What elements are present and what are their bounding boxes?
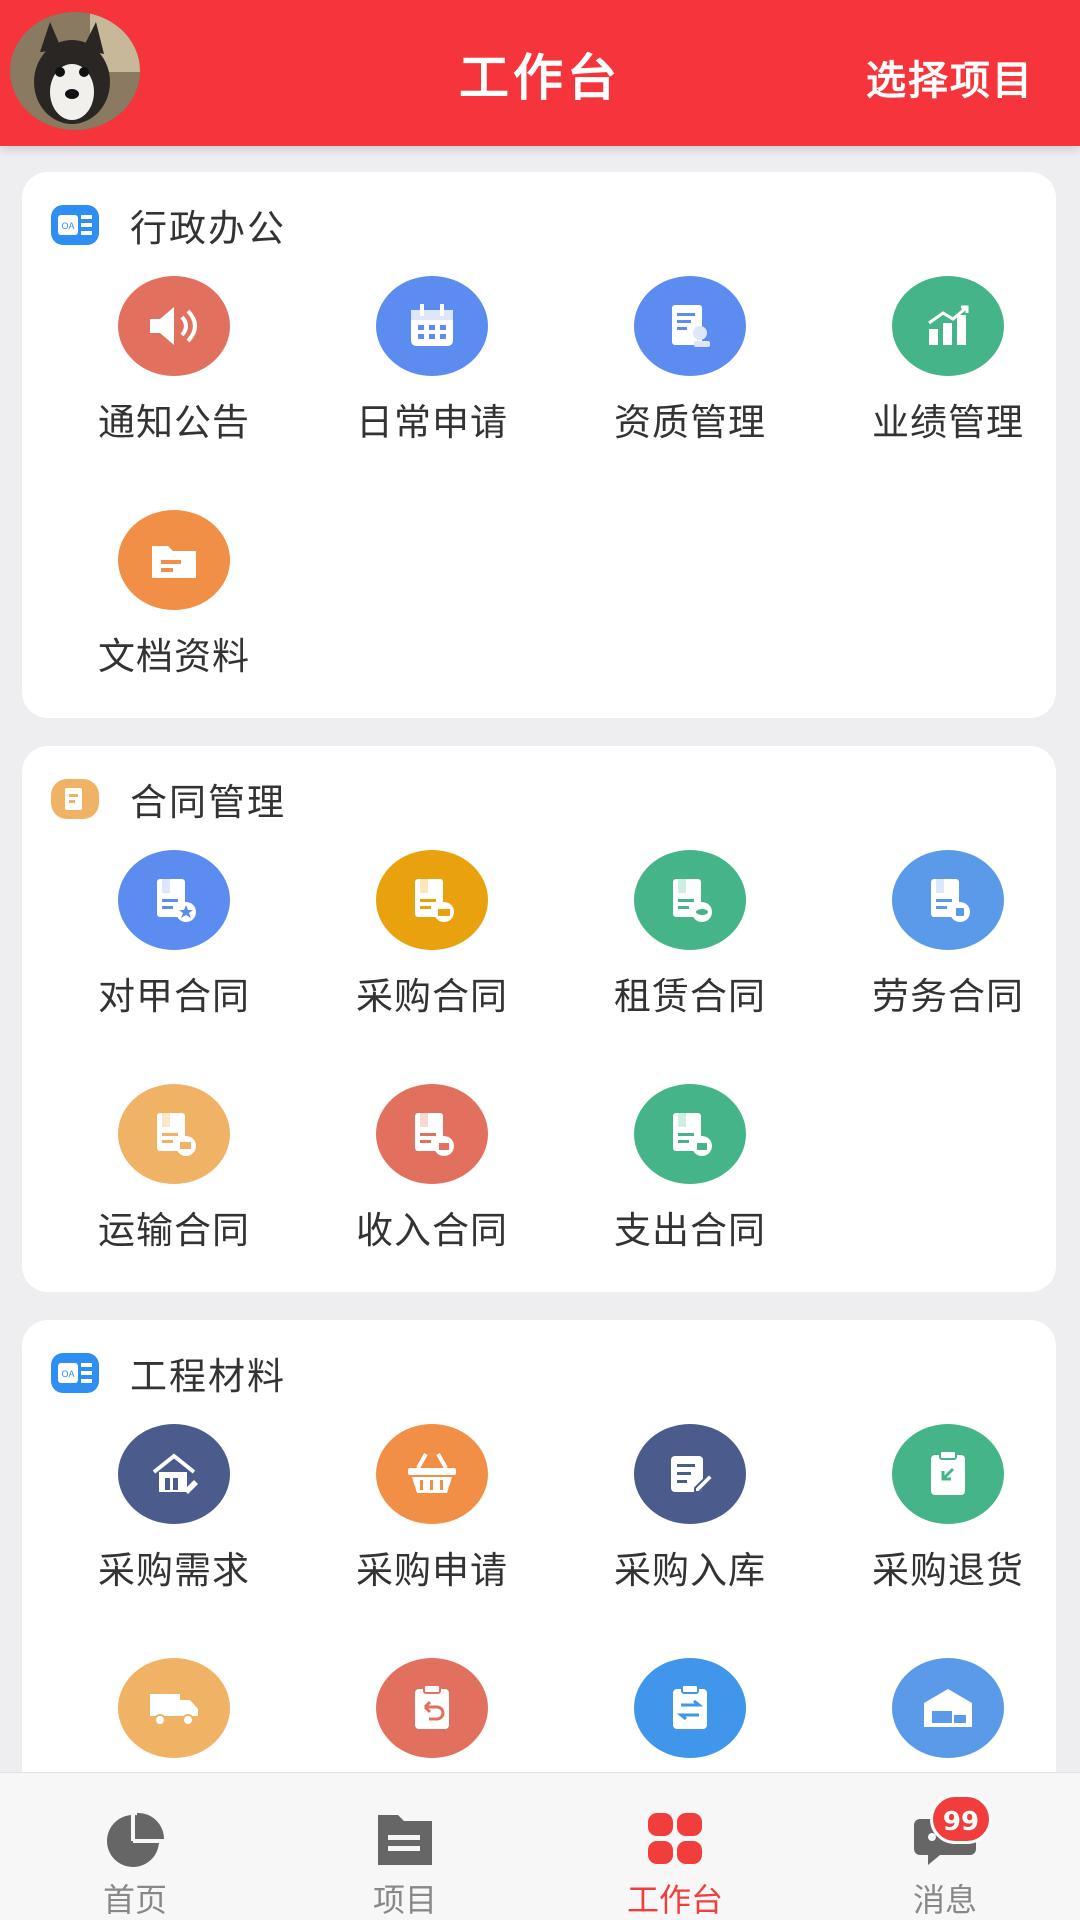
- speaker-icon: [118, 276, 230, 376]
- item-label: 对甲合同: [98, 975, 250, 1018]
- section-title: 合同管理: [130, 781, 286, 824]
- house-edit-icon: [118, 1424, 230, 1524]
- item-purchase-demand[interactable]: 采购需求: [54, 1424, 284, 1594]
- avatar[interactable]: [10, 12, 140, 130]
- contract-income-icon: [376, 1084, 488, 1184]
- item-label: 收入合同: [356, 1209, 508, 1252]
- item-label: 采购需求: [98, 1549, 250, 1592]
- section-title: 工程材料: [130, 1355, 286, 1398]
- grid-icon: [640, 1807, 710, 1871]
- certificate-icon: [634, 276, 746, 376]
- item-lease-contract[interactable]: 租赁合同: [570, 850, 800, 1020]
- tab-workbench[interactable]: 工作台: [540, 1773, 810, 1920]
- tab-home[interactable]: 首页: [0, 1773, 270, 1920]
- section-material: OA 工程材料 采购需求 采购申请 采购入库 采购退货: [22, 1320, 1056, 1800]
- section-contract: 合同管理 对甲合同 采购合同 租赁合同 劳务合同 运输合同 收入合同 支出合同: [22, 746, 1056, 1292]
- select-project-button[interactable]: 选择项目: [866, 48, 1034, 106]
- clipboard-return-icon: [892, 1424, 1004, 1524]
- item-labor-contract[interactable]: 劳务合同: [828, 850, 1058, 1020]
- item-label: 支出合同: [614, 1209, 766, 1252]
- item-label: 采购入库: [614, 1549, 766, 1592]
- oa-icon: OA: [50, 1351, 100, 1395]
- item-expense-contract[interactable]: 支出合同: [570, 1084, 800, 1254]
- item-label: 文档资料: [98, 635, 250, 678]
- item-label: 租赁合同: [614, 975, 766, 1018]
- section-title: 行政办公: [130, 207, 286, 250]
- item-label: 资质管理: [614, 401, 766, 444]
- item-income-contract[interactable]: 收入合同: [312, 1084, 542, 1254]
- item-label: 日常申请: [356, 401, 508, 444]
- basket-icon: [376, 1424, 488, 1524]
- oa-icon: OA: [50, 203, 100, 247]
- item-purchase-return[interactable]: 采购退货: [828, 1424, 1058, 1594]
- clipboard-transfer-icon: [634, 1658, 746, 1758]
- contract-star-icon: [118, 850, 230, 950]
- svg-text:OA: OA: [61, 221, 74, 231]
- item-label: 通知公告: [98, 401, 250, 444]
- contract-expense-icon: [634, 1084, 746, 1184]
- item-label: 采购申请: [356, 1549, 508, 1592]
- message-count-badge: 99: [930, 1794, 992, 1844]
- contract-lease-icon: [634, 850, 746, 950]
- pie-chart-icon: [100, 1807, 170, 1871]
- item-label: 采购合同: [356, 975, 508, 1018]
- item-label: 劳务合同: [872, 975, 1024, 1018]
- item-documents[interactable]: 文档资料: [54, 510, 284, 680]
- clipboard-undo-icon: [376, 1658, 488, 1758]
- folder-icon: [370, 1807, 440, 1871]
- svg-text:OA: OA: [61, 1369, 74, 1379]
- tab-project[interactable]: 项目: [270, 1773, 540, 1920]
- item-label: 业绩管理: [872, 401, 1024, 444]
- edit-document-icon: [634, 1424, 746, 1524]
- section-admin: OA 行政办公 通知公告 日常申请 资质管理 业绩管理 文档资料: [22, 172, 1056, 718]
- top-bar: 工作台 选择项目: [0, 0, 1080, 146]
- bar-chart-icon: [892, 276, 1004, 376]
- contract-icon: [50, 777, 100, 821]
- item-daily-request[interactable]: 日常申请: [312, 276, 542, 446]
- item-purchase-contract[interactable]: 采购合同: [312, 850, 542, 1020]
- item-purchase-request[interactable]: 采购申请: [312, 1424, 542, 1594]
- tab-label: 工作台: [626, 1881, 723, 1919]
- item-performance[interactable]: 业绩管理: [828, 276, 1058, 446]
- item-notice[interactable]: 通知公告: [54, 276, 284, 446]
- tab-label: 项目: [372, 1881, 437, 1919]
- truck-icon: [118, 1658, 230, 1758]
- item-label: 运输合同: [98, 1209, 250, 1252]
- item-purchase-inbound[interactable]: 采购入库: [570, 1424, 800, 1594]
- item-qualification[interactable]: 资质管理: [570, 276, 800, 446]
- item-transport-contract[interactable]: 运输合同: [54, 1084, 284, 1254]
- contract-labor-icon: [892, 850, 1004, 950]
- warehouse-icon: [892, 1658, 1004, 1758]
- folder-icon: [118, 510, 230, 610]
- tab-label: 消息: [912, 1881, 977, 1919]
- contract-basket-icon: [376, 850, 488, 950]
- item-party-a-contract[interactable]: 对甲合同: [54, 850, 284, 1020]
- tab-label: 首页: [102, 1881, 167, 1919]
- contract-truck-icon: [118, 1084, 230, 1184]
- calendar-icon: [376, 276, 488, 376]
- bottom-tab-bar: 首页 项目 工作台 消息: [0, 1772, 1080, 1920]
- item-label: 采购退货: [872, 1549, 1024, 1592]
